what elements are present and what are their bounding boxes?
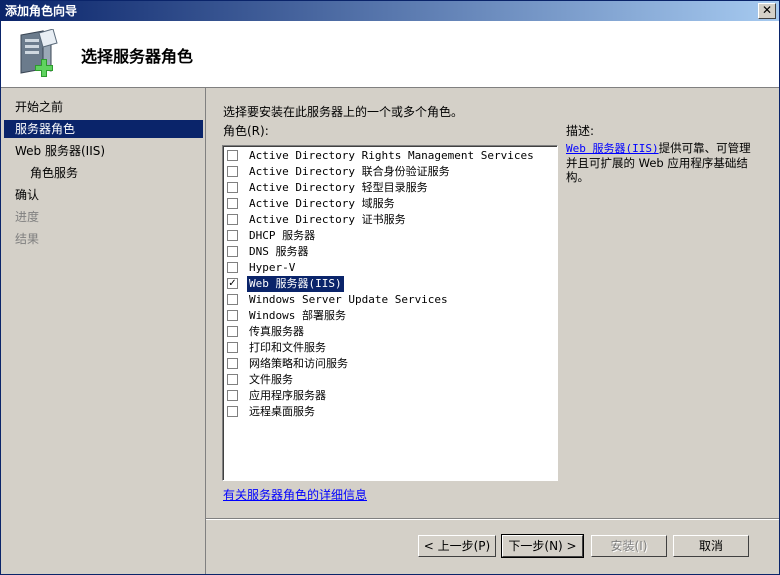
- role-label: 文件服务: [249, 373, 293, 386]
- step-web-server-iis[interactable]: Web 服务器(IIS): [15, 142, 105, 160]
- role-checkbox[interactable]: [227, 150, 238, 161]
- next-button[interactable]: 下一步(N) >: [501, 534, 584, 558]
- role-label: Active Directory 联合身份验证服务: [249, 165, 450, 178]
- role-label: Windows Server Update Services: [249, 293, 448, 306]
- role-label: Hyper-V: [249, 261, 296, 274]
- role-checkbox[interactable]: [227, 246, 238, 257]
- role-label: Web 服务器(IIS): [247, 276, 344, 292]
- role-checkbox[interactable]: [227, 326, 238, 337]
- role-label: Active Directory 域服务: [249, 197, 395, 210]
- role-checkbox[interactable]: [227, 230, 238, 241]
- back-button[interactable]: < 上一步(P): [418, 535, 496, 557]
- wizard-header: 选择服务器角色: [1, 21, 779, 88]
- description-link[interactable]: Web 服务器(IIS): [566, 142, 659, 155]
- role-checkbox[interactable]: [227, 262, 238, 273]
- step-before-you-begin[interactable]: 开始之前: [15, 98, 63, 116]
- role-checkbox[interactable]: [227, 182, 238, 193]
- role-description: Web 服务器(IIS)提供可靠、可管理并且可扩展的 Web 应用程序基础结构。: [566, 141, 760, 184]
- role-checkbox[interactable]: [227, 166, 238, 177]
- add-roles-wizard-window: 添加角色向导 ✕ 选择服务器角色 开始之前 服务器角色 Web 服务器(IIS)…: [0, 0, 780, 575]
- role-label: Active Directory 轻型目录服务: [249, 181, 428, 194]
- role-label: DNS 服务器: [249, 245, 309, 258]
- more-info-link[interactable]: 有关服务器角色的详细信息: [223, 486, 367, 503]
- role-checkbox[interactable]: [227, 214, 238, 225]
- main-content: 选择要安装在此服务器上的一个或多个角色。 角色(R): Active Direc…: [206, 88, 779, 518]
- step-progress: 进度: [15, 210, 40, 224]
- role-label: Windows 部署服务: [249, 309, 346, 322]
- role-checkbox[interactable]: [227, 390, 238, 401]
- title-bar[interactable]: 添加角色向导 ✕: [1, 1, 779, 21]
- server-add-role-icon: [20, 29, 58, 77]
- role-label: 打印和文件服务: [249, 341, 326, 354]
- role-checkbox[interactable]: [227, 294, 238, 305]
- instruction-text: 选择要安装在此服务器上的一个或多个角色。: [223, 105, 464, 119]
- footer-divider: [206, 518, 779, 520]
- role-label: 传真服务器: [249, 325, 304, 338]
- role-label: 远程桌面服务: [249, 405, 315, 418]
- roles-checklist[interactable]: Active Directory Rights Management Servi…: [222, 145, 558, 481]
- step-role-services[interactable]: 角色服务: [30, 164, 78, 182]
- role-checkbox[interactable]: [227, 198, 238, 209]
- wizard-steps-sidebar: 开始之前 服务器角色 Web 服务器(IIS) 角色服务 确认 进度 结果: [1, 88, 206, 574]
- page-title: 选择服务器角色: [81, 47, 194, 66]
- step-results: 结果: [15, 232, 40, 246]
- close-button[interactable]: ✕: [758, 3, 776, 19]
- role-checkbox[interactable]: [227, 374, 238, 385]
- role-checkbox[interactable]: [227, 406, 238, 417]
- role-label: Active Directory Rights Management Servi…: [249, 149, 534, 162]
- role-label: DHCP 服务器: [249, 229, 316, 242]
- role-checkbox-checked[interactable]: ✓: [227, 278, 238, 289]
- role-checkbox[interactable]: [227, 310, 238, 321]
- roles-label: 角色(R):: [223, 124, 269, 138]
- role-label: 网络策略和访问服务: [249, 357, 348, 370]
- step-server-roles[interactable]: 服务器角色: [4, 120, 203, 138]
- role-label: Active Directory 证书服务: [249, 213, 406, 226]
- description-title: 描述:: [566, 124, 595, 138]
- window-title: 添加角色向导: [5, 4, 78, 18]
- install-button[interactable]: 安装(I): [591, 535, 667, 557]
- role-label: 应用程序服务器: [249, 389, 326, 402]
- role-checkbox[interactable]: [227, 342, 238, 353]
- cancel-button[interactable]: 取消: [673, 535, 749, 557]
- role-checkbox[interactable]: [227, 358, 238, 369]
- step-confirmation[interactable]: 确认: [15, 186, 39, 204]
